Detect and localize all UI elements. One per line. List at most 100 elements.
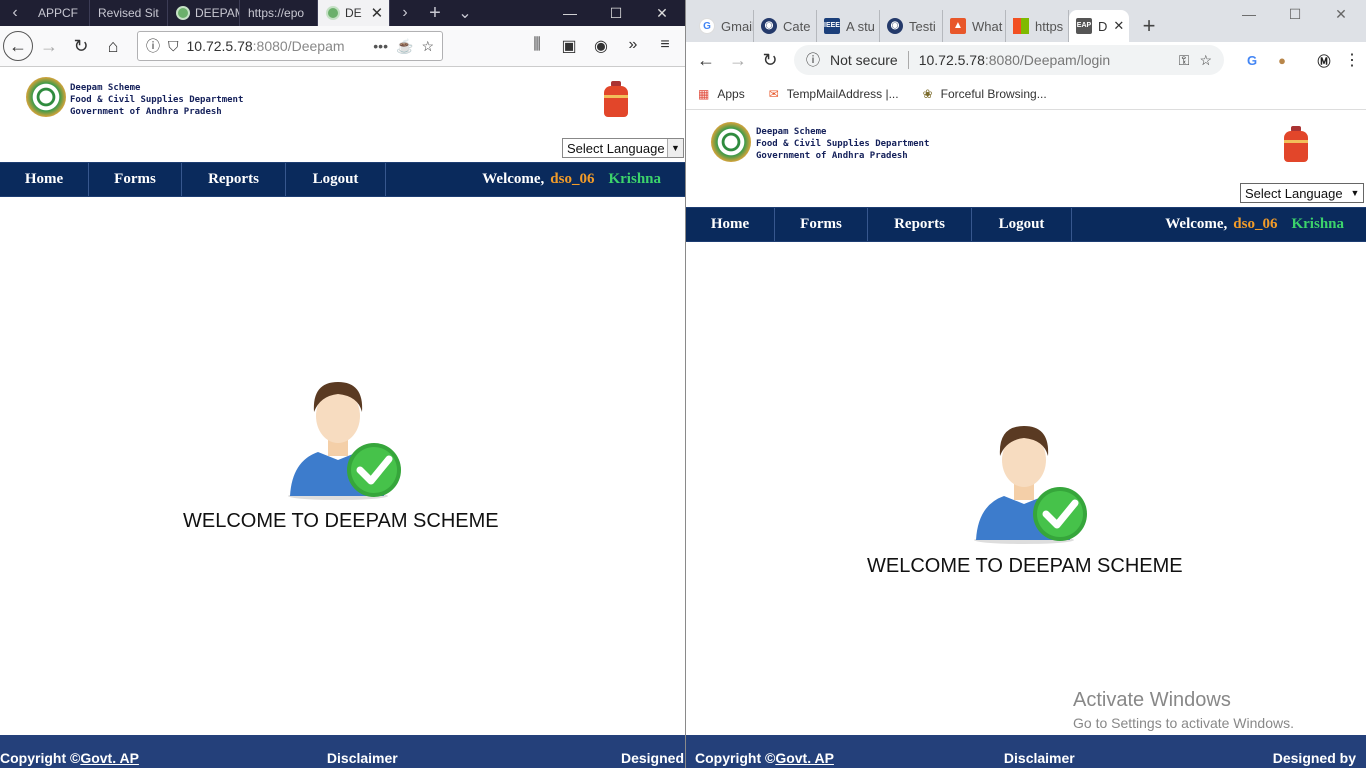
ff-tab-4[interactable]: https://epo [240, 0, 318, 26]
ff-tab-1[interactable]: APPCF [30, 0, 90, 26]
minimize-icon[interactable]: — [1226, 6, 1272, 22]
home-icon[interactable]: ⌂ [97, 30, 129, 62]
district: Krishna [1291, 216, 1344, 232]
new-tab-icon[interactable]: + [1129, 13, 1169, 39]
bookmark-star-icon[interactable]: ☆ [421, 38, 434, 55]
translate-icon[interactable]: G [1238, 53, 1266, 68]
govt-ap-link[interactable]: Govt. AP [80, 750, 139, 766]
disclaimer-link[interactable]: Disclaimer [1004, 750, 1075, 766]
govt-ap-link[interactable]: Govt. AP [775, 750, 834, 766]
ff-tab-active[interactable]: DE ✕ [318, 0, 390, 26]
maximize-icon[interactable]: ☐ [593, 5, 639, 22]
globe-icon: ◉ [887, 18, 903, 34]
site-footer: Copyright © Govt. AP Disclaimer Designed [0, 735, 685, 768]
org-line: Food & Civil Supplies Department [756, 139, 930, 149]
copyright-text: Copyright © [695, 750, 776, 766]
activate-windows-title: Activate Windows [1073, 689, 1231, 711]
bookmark-label: Apps [717, 86, 745, 101]
ch-tab-1[interactable]: G Gmail [692, 10, 754, 42]
list-tabs-icon[interactable]: ⌄ [450, 3, 480, 23]
chrome-menu-icon[interactable]: ⋮ [1338, 50, 1366, 70]
cookie-icon[interactable]: ● [1266, 53, 1298, 68]
google-icon: G [699, 18, 715, 34]
microsoft-icon [1013, 18, 1029, 34]
overflow-icon[interactable]: » [619, 36, 647, 56]
language-select[interactable]: Select Language ▼ [562, 138, 684, 158]
firefox-navbar: ← → ↻ ⌂ ⓘ ⛉ 10.72.5.78:8080/Deepam ••• ☕… [0, 26, 685, 67]
tab-scroll-left-icon[interactable]: ‹ [0, 4, 30, 22]
forward-icon[interactable]: → [722, 44, 754, 76]
back-icon[interactable]: ← [3, 31, 33, 61]
tab-scroll-right-icon[interactable]: › [390, 4, 420, 22]
ff-tab-3[interactable]: DEEPAM [168, 0, 240, 26]
shield-icon[interactable]: ⛉ [168, 38, 179, 55]
org-name: Deepam Scheme Food & Civil Supplies Depa… [70, 82, 243, 118]
site-footer: Copyright © Govt. AP Disclaimer Designed … [686, 735, 1366, 768]
disclaimer-link[interactable]: Disclaimer [327, 750, 398, 766]
key-icon[interactable]: ⚿ [1179, 52, 1190, 69]
menu-label: Reports [894, 216, 945, 232]
library-icon[interactable]: ⫼ [523, 36, 551, 56]
account-icon[interactable]: ◉ [587, 36, 615, 56]
designed-by-text: Designed by [1272, 750, 1356, 766]
bookmark-star-icon[interactable]: ☆ [1199, 52, 1212, 69]
forward-icon[interactable]: → [33, 30, 65, 62]
org-line: Deepam Scheme [756, 127, 827, 137]
bookmark-tempmail[interactable]: ✉ TempMailAddress |... [769, 87, 899, 101]
menu-forms[interactable]: Forms [775, 208, 868, 241]
omnibox[interactable]: ⓘ Not secure 10.72.5.78:8080/Deepam/logi… [794, 45, 1224, 75]
close-tab-icon[interactable]: ✕ [371, 4, 384, 22]
ch-tab-2[interactable]: ◉ Cate [754, 10, 817, 42]
reload-icon[interactable]: ↻ [65, 30, 97, 62]
user-verified-icon [974, 426, 1087, 544]
menu-forms[interactable]: Forms [89, 163, 182, 196]
menu-reports[interactable]: Reports [868, 208, 972, 241]
language-select[interactable]: Select Language ▼ [1240, 183, 1364, 203]
ch-tab-6[interactable]: https [1006, 10, 1069, 42]
main-menu: Home Forms Reports Logout Welcome, dso_0… [0, 162, 685, 197]
ff-tab-2[interactable]: Revised Sit [90, 0, 168, 26]
extension-icon[interactable]: Ⓜ [1310, 51, 1338, 70]
ap-emblem-icon [26, 77, 66, 117]
minimize-icon[interactable]: — [547, 5, 593, 21]
back-icon[interactable]: ← [690, 44, 722, 76]
bookmarks-bar: ▦ Apps ✉ TempMailAddress |... ❀ Forceful Br… [686, 78, 1366, 110]
ap-emblem-icon [711, 122, 751, 162]
info-icon[interactable]: ⓘ [146, 36, 160, 56]
menu-label: Forms [800, 216, 842, 232]
menu-logout[interactable]: Logout [286, 163, 386, 196]
ch-tab-active[interactable]: EAP D ✕ [1069, 10, 1129, 42]
bookmark-label: TempMailAddress |... [786, 86, 899, 101]
username: dso_06 [1233, 216, 1278, 232]
url-bar[interactable]: ⓘ ⛉ 10.72.5.78:8080/Deepam ••• ☕ ☆ [137, 31, 443, 61]
hamburger-menu-icon[interactable]: ≡ [651, 36, 679, 56]
welcome-user: Welcome, dso_06 Krishna [1165, 216, 1344, 233]
menu-home[interactable]: Home [686, 208, 775, 241]
close-window-icon[interactable]: ✕ [639, 5, 685, 22]
menu-reports[interactable]: Reports [182, 163, 286, 196]
url-host: 10.72.5.78 [186, 38, 253, 54]
activate-windows-subtitle: Go to Settings to activate Windows. [1073, 715, 1294, 731]
menu-logout[interactable]: Logout [972, 208, 1072, 241]
close-window-icon[interactable]: ✕ [1318, 6, 1364, 23]
java-icon[interactable]: ☕ [396, 38, 413, 55]
language-select-value: Select Language [1245, 185, 1343, 201]
menu-home[interactable]: Home [0, 163, 89, 196]
menu-label: Logout [998, 216, 1045, 232]
tab-label: DE [345, 6, 362, 20]
tab-label: A stu [846, 18, 875, 34]
maximize-icon[interactable]: ☐ [1272, 6, 1318, 23]
close-tab-icon[interactable]: ✕ [1113, 18, 1124, 34]
reload-icon[interactable]: ↻ [754, 44, 786, 76]
bookmark-forceful[interactable]: ❀ Forceful Browsing... [923, 87, 1047, 101]
page-actions-icon[interactable]: ••• [373, 38, 388, 54]
info-icon[interactable]: ⓘ [806, 50, 820, 70]
bookmark-apps[interactable]: ▦ Apps [698, 87, 745, 101]
new-tab-icon[interactable]: + [420, 2, 450, 25]
ch-page: Deepam Scheme Food & Civil Supplies Depa… [686, 112, 1366, 768]
copyright-text: Copyright © [0, 750, 81, 766]
ch-tab-5[interactable]: ▲ What [943, 10, 1006, 42]
ch-tab-4[interactable]: ◉ Testi [880, 10, 943, 42]
sidebar-icon[interactable]: ▣ [555, 36, 583, 56]
ch-tab-3[interactable]: IEEE A stu [817, 10, 880, 42]
